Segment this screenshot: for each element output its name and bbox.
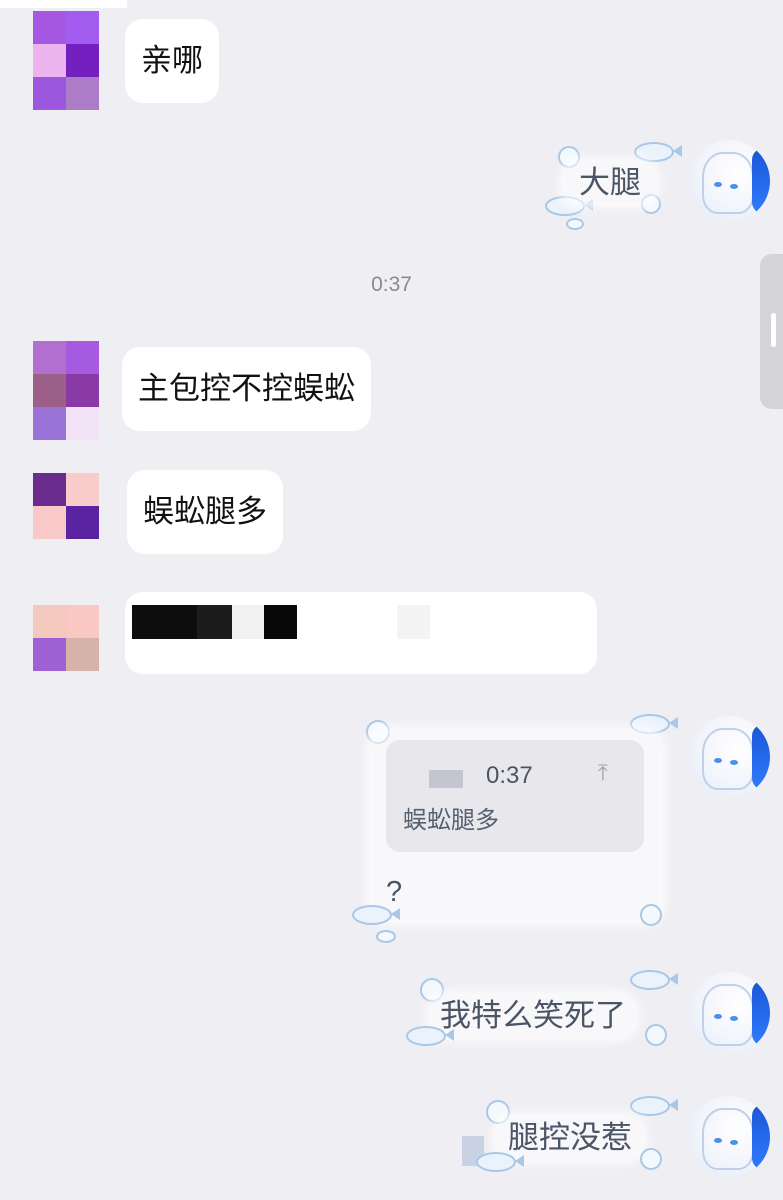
top-fragment (0, 0, 127, 8)
avatar-mosaic-cell (66, 77, 99, 110)
fish-icon (630, 970, 678, 990)
redaction-block (232, 605, 264, 639)
avatar-mosaic-cell (66, 11, 99, 44)
outgoing-message-bubble[interactable]: 大腿 (565, 163, 655, 203)
message-text: 我特么笑死了 (440, 998, 626, 1033)
bubble-decoration (645, 1024, 667, 1046)
avatar-mosaic-cell (33, 44, 66, 77)
redaction-block (397, 605, 430, 639)
quoted-text: 蜈蚣腿多 (403, 807, 499, 834)
avatar-mosaic-cell (66, 44, 99, 77)
sender-avatar[interactable] (33, 341, 99, 440)
redaction-block (197, 605, 232, 639)
avatar-mosaic-cell (33, 605, 66, 638)
avatar-mosaic-cell (33, 506, 66, 539)
avatar-mosaic-cell (66, 638, 99, 671)
sender-avatar[interactable] (33, 473, 99, 539)
fish-icon (476, 1152, 524, 1172)
avatar-mosaic-cell (33, 341, 66, 374)
message-text: 蜈蚣腿多 (143, 494, 267, 529)
avatar-mosaic-cell (66, 407, 99, 440)
message-text: 腿控没惹 (508, 1120, 632, 1155)
outgoing-message-bubble[interactable]: 腿控没惹 (498, 1118, 642, 1158)
sender-avatar[interactable] (33, 605, 99, 671)
bubble-decoration (376, 930, 396, 943)
avatar-mosaic-cell (33, 11, 66, 44)
avatar-mosaic-cell (66, 506, 99, 539)
redaction-block (264, 605, 297, 639)
fish-icon (630, 714, 678, 734)
message-text: 亲哪 (141, 43, 203, 78)
fish-icon (634, 142, 682, 162)
fish-icon (630, 1096, 678, 1116)
bubble-decoration (640, 1148, 662, 1170)
bubble-decoration (640, 904, 662, 926)
sender-avatar[interactable] (33, 11, 99, 110)
message-text: ? (386, 876, 403, 908)
avatar-mosaic-cell (66, 605, 99, 638)
chat-timestamp: 0:37 (371, 273, 412, 296)
message-text: 大腿 (579, 165, 641, 200)
fish-icon (352, 905, 400, 925)
scroll-grip-icon (771, 313, 776, 347)
bubble-decoration (566, 218, 584, 230)
incoming-message-bubble[interactable]: 亲哪 (125, 19, 219, 103)
incoming-message-bubble[interactable]: 主包控不控蜈蚣 (122, 347, 371, 431)
avatar-mosaic-cell (66, 473, 99, 506)
anime-avatar-icon[interactable] (688, 1096, 770, 1178)
quoted-time: 0:37 (486, 762, 533, 789)
avatar-mosaic-cell (66, 341, 99, 374)
avatar-mosaic-cell (33, 374, 66, 407)
avatar-mosaic-cell (33, 473, 66, 506)
message-text: 主包控不控蜈蚣 (138, 371, 355, 406)
avatar-mosaic-cell (33, 407, 66, 440)
anime-avatar-icon[interactable] (688, 716, 770, 798)
quoted-sender-redaction (429, 770, 463, 788)
anime-avatar-icon[interactable] (688, 972, 770, 1054)
outgoing-message-bubble[interactable]: 我特么笑死了 (432, 996, 634, 1036)
anime-avatar-icon[interactable] (688, 140, 770, 222)
fish-icon (406, 1026, 454, 1046)
scroll-to-top-icon[interactable]: ⤒ (598, 760, 608, 786)
incoming-message-bubble[interactable]: 蜈蚣腿多 (127, 470, 283, 554)
quoted-message-card[interactable]: 0:37 ⤒ 蜈蚣腿多 (386, 740, 644, 852)
avatar-mosaic-cell (66, 374, 99, 407)
avatar-mosaic-cell (33, 77, 66, 110)
avatar-mosaic-cell (33, 638, 66, 671)
